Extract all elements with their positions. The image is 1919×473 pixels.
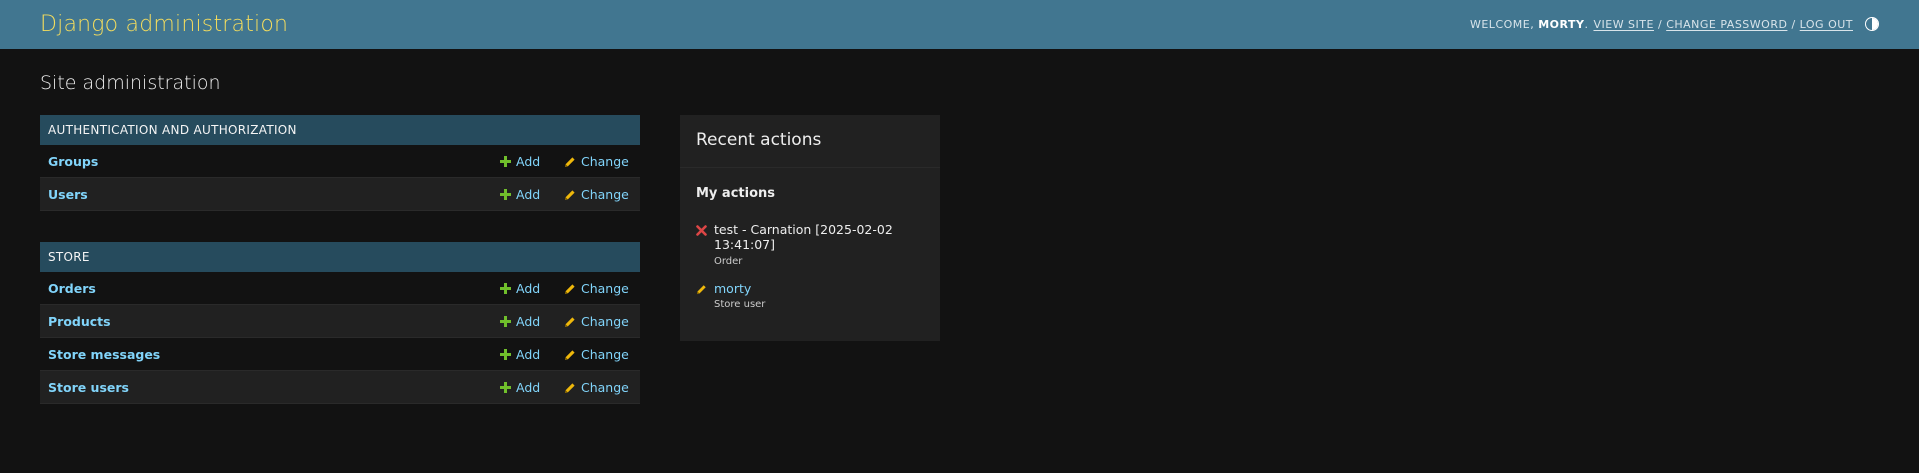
add-label: Add xyxy=(516,314,541,329)
model-link[interactable]: Store users xyxy=(48,371,129,404)
app-caption[interactable]: Store xyxy=(40,242,640,272)
view-site-link[interactable]: View site xyxy=(1593,18,1654,31)
model-link[interactable]: Store messages xyxy=(48,338,160,371)
model-row-products: Products Add Change xyxy=(40,305,640,338)
add-label: Add xyxy=(516,347,541,362)
recent-actions-title: Recent actions xyxy=(680,115,940,168)
plus-icon xyxy=(500,316,511,327)
username: morty xyxy=(1538,17,1585,31)
app-module-auth: Authentication and Authorization Groups … xyxy=(40,115,640,211)
action-type: Order xyxy=(714,256,743,267)
add-label: Add xyxy=(516,154,541,169)
change-link[interactable]: Change xyxy=(564,338,629,371)
change-link[interactable]: Change xyxy=(564,371,629,404)
model-link[interactable]: Orders xyxy=(48,272,96,305)
add-link[interactable]: Add xyxy=(500,272,540,305)
site-brand[interactable]: Django administration xyxy=(40,12,288,38)
add-link[interactable]: Add xyxy=(500,145,540,178)
model-row-store-messages: Store messages Add Change xyxy=(40,338,640,371)
change-label: Change xyxy=(581,187,629,202)
separator: / xyxy=(1791,17,1796,31)
model-row-store-users: Store users Add Change xyxy=(40,371,640,404)
app-module-store: Store Orders Add Change Products Add Cha… xyxy=(40,242,640,404)
theme-toggle-icon[interactable] xyxy=(1865,17,1879,31)
pencil-icon xyxy=(565,189,575,200)
header: Django administration Welcome, morty. Vi… xyxy=(0,0,1919,49)
change-link[interactable]: Change xyxy=(564,305,629,338)
model-row-orders: Orders Add Change xyxy=(40,272,640,305)
model-link[interactable]: Groups xyxy=(48,145,98,178)
pencil-icon xyxy=(565,382,575,393)
add-link[interactable]: Add xyxy=(500,371,540,404)
user-tools: Welcome, morty. View site / Change passw… xyxy=(1470,16,1879,32)
log-out-link[interactable]: Log out xyxy=(1800,18,1853,31)
change-link[interactable]: Change xyxy=(564,178,629,211)
page-title: Site administration xyxy=(40,72,221,94)
add-link[interactable]: Add xyxy=(500,338,540,371)
add-label: Add xyxy=(516,281,541,296)
change-label: Change xyxy=(581,314,629,329)
separator: / xyxy=(1657,17,1663,31)
plus-icon xyxy=(500,382,511,393)
pencil-icon xyxy=(696,285,706,295)
add-link[interactable]: Add xyxy=(500,305,540,338)
change-label: Change xyxy=(581,154,629,169)
model-row-users: Users Add Change xyxy=(40,178,640,211)
welcome-text: Welcome, xyxy=(1469,17,1535,31)
app-caption[interactable]: Authentication and Authorization xyxy=(40,115,640,145)
model-row-groups: Groups Add Change xyxy=(40,145,640,178)
pencil-icon xyxy=(565,283,575,294)
add-link[interactable]: Add xyxy=(500,178,540,211)
change-link[interactable]: Change xyxy=(564,145,629,178)
plus-icon xyxy=(500,156,511,167)
model-link[interactable]: Products xyxy=(48,305,111,338)
change-link[interactable]: Change xyxy=(564,272,629,305)
change-password-link[interactable]: Change password xyxy=(1666,18,1787,31)
plus-icon xyxy=(500,349,511,360)
change-label: Change xyxy=(581,380,629,395)
action-type: Store user xyxy=(714,299,766,310)
action-title: test - Carnation [2025-02-02 13:41:07] xyxy=(714,222,893,252)
add-label: Add xyxy=(516,380,541,395)
my-actions-heading: My actions xyxy=(696,186,776,201)
add-label: Add xyxy=(516,187,541,202)
pencil-icon xyxy=(565,316,575,327)
recent-actions-panel: Recent actions My actions test - Carnati… xyxy=(680,115,940,341)
change-label: Change xyxy=(581,347,629,362)
delete-x-icon xyxy=(696,225,707,236)
plus-icon xyxy=(500,189,511,200)
pencil-icon xyxy=(565,349,575,360)
pencil-icon xyxy=(565,156,575,167)
plus-icon xyxy=(500,283,511,294)
action-link[interactable]: morty xyxy=(714,281,914,296)
change-label: Change xyxy=(581,281,629,296)
model-link[interactable]: Users xyxy=(48,178,88,211)
